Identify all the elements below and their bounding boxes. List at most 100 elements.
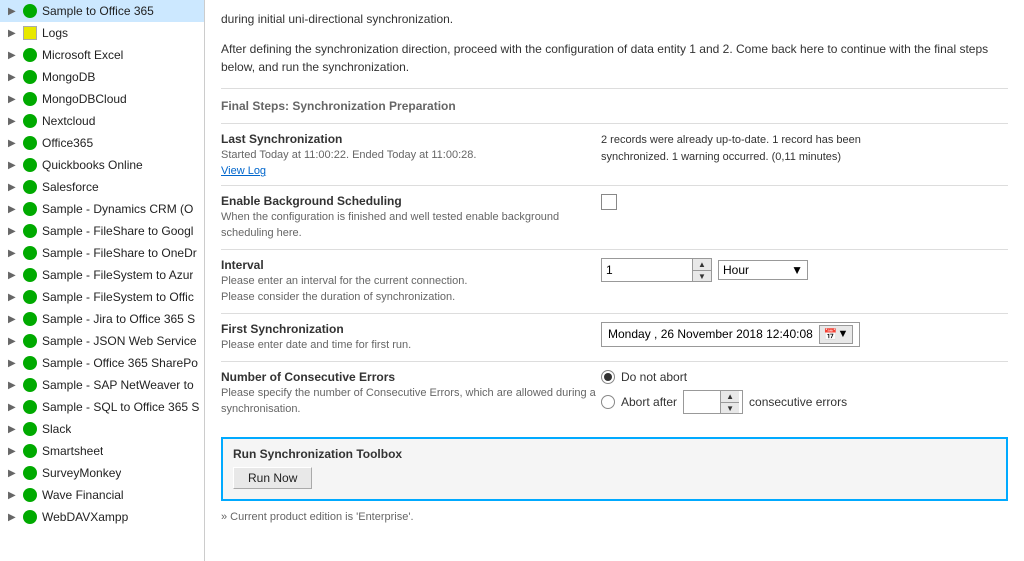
item-icon <box>22 223 38 239</box>
interval-spinner-buttons: ▲ ▼ <box>692 259 711 281</box>
sidebar-item-label: Sample to Office 365 <box>42 4 154 18</box>
item-icon <box>22 47 38 63</box>
last-sync-heading: Last Synchronization <box>221 132 601 146</box>
sidebar-item-label: Logs <box>42 26 68 40</box>
arrow-icon: ▶ <box>8 292 20 303</box>
first-sync-control: Monday , 26 November 2018 12:40:08 📅 ▼ <box>601 322 1008 347</box>
item-icon <box>22 311 38 327</box>
abort-value-input[interactable] <box>684 393 720 411</box>
arrow-icon: ▶ <box>8 490 20 501</box>
interval-control: ▲ ▼ Hour ▼ <box>601 258 1008 282</box>
sidebar-item-quickbooks-online[interactable]: ▶Quickbooks Online <box>0 154 204 176</box>
item-icon <box>22 25 38 41</box>
arrow-icon: ▶ <box>8 160 20 171</box>
interval-row: Interval Please enter an interval for th… <box>221 249 1008 313</box>
sidebar-item-webdavxampp[interactable]: ▶WebDAVXampp <box>0 506 204 528</box>
consecutive-errors-desc: Please specify the number of Consecutive… <box>221 386 601 417</box>
sidebar-item-label: SurveyMonkey <box>42 466 121 480</box>
first-sync-date-input[interactable]: Monday , 26 November 2018 12:40:08 📅 ▼ <box>601 322 860 347</box>
sidebar-item-label: Slack <box>42 422 71 436</box>
abort-spinner-buttons: ▲ ▼ <box>720 391 739 413</box>
sidebar-item-label: Smartsheet <box>42 444 103 458</box>
arrow-icon: ▶ <box>8 28 20 39</box>
arrow-icon: ▶ <box>8 182 20 193</box>
sidebar-item-sample-dynamics-crm[interactable]: ▶Sample - Dynamics CRM (O <box>0 198 204 220</box>
sidebar-item-sample-json-web[interactable]: ▶Sample - JSON Web Service <box>0 330 204 352</box>
sidebar-item-sample-jira-office365[interactable]: ▶Sample - Jira to Office 365 S <box>0 308 204 330</box>
sidebar-item-mongodb[interactable]: ▶ MongoDB <box>0 66 204 88</box>
sidebar-item-sample-filesystem-azur[interactable]: ▶Sample - FileSystem to Azur <box>0 264 204 286</box>
interval-label-area: Interval Please enter an interval for th… <box>221 258 601 305</box>
interval-spinner[interactable]: ▲ ▼ <box>601 258 712 282</box>
radio-do-not-abort[interactable] <box>601 370 615 384</box>
sidebar-item-sample-sql-office365[interactable]: ▶Sample - SQL to Office 365 S <box>0 396 204 418</box>
item-icon <box>22 377 38 393</box>
sidebar-item-label: Sample - SQL to Office 365 S <box>42 400 199 414</box>
interval-unit-select[interactable]: Hour ▼ <box>718 260 808 280</box>
background-scheduling-checkbox[interactable] <box>601 194 617 210</box>
item-icon <box>22 201 38 217</box>
item-icon <box>22 91 38 107</box>
arrow-icon: ▶ <box>8 116 20 127</box>
sidebar-item-salesforce[interactable]: ▶Salesforce <box>0 176 204 198</box>
sidebar-item-sample-fileshare-oned[interactable]: ▶Sample - FileShare to OneDr <box>0 242 204 264</box>
sidebar-item-logs[interactable]: ▶ Logs <box>0 22 204 44</box>
sidebar-item-wave-financial[interactable]: ▶Wave Financial <box>0 484 204 506</box>
consecutive-errors-radio-group: Do not abort Abort after ▲ ▼ consecuti <box>601 370 847 414</box>
item-icon <box>22 245 38 261</box>
interval-increment-button[interactable]: ▲ <box>693 259 711 270</box>
sidebar-item-smartsheet[interactable]: ▶Smartsheet <box>0 440 204 462</box>
radio-abort-after[interactable] <box>601 395 615 409</box>
sidebar-item-nextcloud[interactable]: ▶Nextcloud <box>0 110 204 132</box>
item-icon <box>22 69 38 85</box>
arrow-icon: ▶ <box>8 380 20 391</box>
sidebar-item-sample-to-office365[interactable]: ▶ Sample to Office 365 <box>0 0 204 22</box>
item-icon <box>22 157 38 173</box>
date-calendar-button[interactable]: 📅 ▼ <box>819 325 854 344</box>
sidebar-item-office365[interactable]: ▶Office365 <box>0 132 204 154</box>
after-text: After defining the synchronization direc… <box>221 40 1008 76</box>
abort-suffix-label: consecutive errors <box>749 395 847 409</box>
sidebar-item-sample-office365-sharepc[interactable]: ▶Sample - Office 365 SharePo <box>0 352 204 374</box>
sidebar-item-microsoft-excel[interactable]: ▶Microsoft Excel <box>0 44 204 66</box>
radio-row-abort-after: Abort after ▲ ▼ consecutive errors <box>601 390 847 414</box>
last-sync-status: 2 records were already up-to-date. 1 rec… <box>601 132 881 165</box>
sidebar-item-slack[interactable]: ▶Slack <box>0 418 204 440</box>
arrow-icon: ▶ <box>8 512 20 523</box>
consecutive-errors-row: Number of Consecutive Errors Please spec… <box>221 361 1008 425</box>
sidebar-item-label: MongoDB <box>42 70 95 84</box>
view-log-link[interactable]: View Log <box>221 165 266 177</box>
sidebar-item-label: Sample - FileShare to Googl <box>42 224 193 238</box>
arrow-icon: ▶ <box>8 204 20 215</box>
arrow-icon: ▶ <box>8 468 20 479</box>
arrow-icon: ▶ <box>8 72 20 83</box>
sidebar-item-sample-sap[interactable]: ▶ Sample - SAP NetWeaver to <box>0 374 204 396</box>
item-icon <box>22 267 38 283</box>
sidebar-item-label: Sample - JSON Web Service <box>42 334 197 348</box>
sidebar-item-sample-filesystem-offic[interactable]: ▶ Sample - FileSystem to Offic <box>0 286 204 308</box>
bottom-note: » Current product edition is 'Enterprise… <box>221 507 1008 527</box>
item-icon <box>22 355 38 371</box>
interval-input[interactable] <box>602 261 692 279</box>
first-sync-row: First Synchronization Please enter date … <box>221 313 1008 361</box>
last-sync-label-area: Last Synchronization Started Today at 11… <box>221 132 601 177</box>
run-now-button[interactable]: Run Now <box>233 467 312 489</box>
abort-spinner[interactable]: ▲ ▼ <box>683 390 743 414</box>
interval-decrement-button[interactable]: ▼ <box>693 270 711 281</box>
arrow-icon: ▶ <box>8 138 20 149</box>
sidebar-list: ▶ Logs ▶Microsoft Excel ▶ MongoDB ▶MongoDBClo… <box>0 22 204 528</box>
sidebar-item-label: Sample - FileSystem to Offic <box>42 290 194 304</box>
green-icon <box>22 3 38 19</box>
abort-decrement-button[interactable]: ▼ <box>721 402 739 413</box>
sidebar-item-sample-fileshare-googl[interactable]: ▶Sample - FileShare to Googl <box>0 220 204 242</box>
interval-desc: Please enter an interval for the current… <box>221 274 601 305</box>
sidebar-item-mongodbcloud[interactable]: ▶MongoDBCloud <box>0 88 204 110</box>
background-scheduling-label-area: Enable Background Scheduling When the co… <box>221 194 601 241</box>
abort-increment-button[interactable]: ▲ <box>721 391 739 402</box>
sidebar-item-surveymonkey[interactable]: ▶ SurveyMonkey <box>0 462 204 484</box>
arrow-icon: ▶ <box>8 358 20 369</box>
item-icon <box>22 333 38 349</box>
item-icon <box>22 113 38 129</box>
item-icon <box>22 443 38 459</box>
sidebar-item-label: Sample - SAP NetWeaver to <box>42 378 194 392</box>
